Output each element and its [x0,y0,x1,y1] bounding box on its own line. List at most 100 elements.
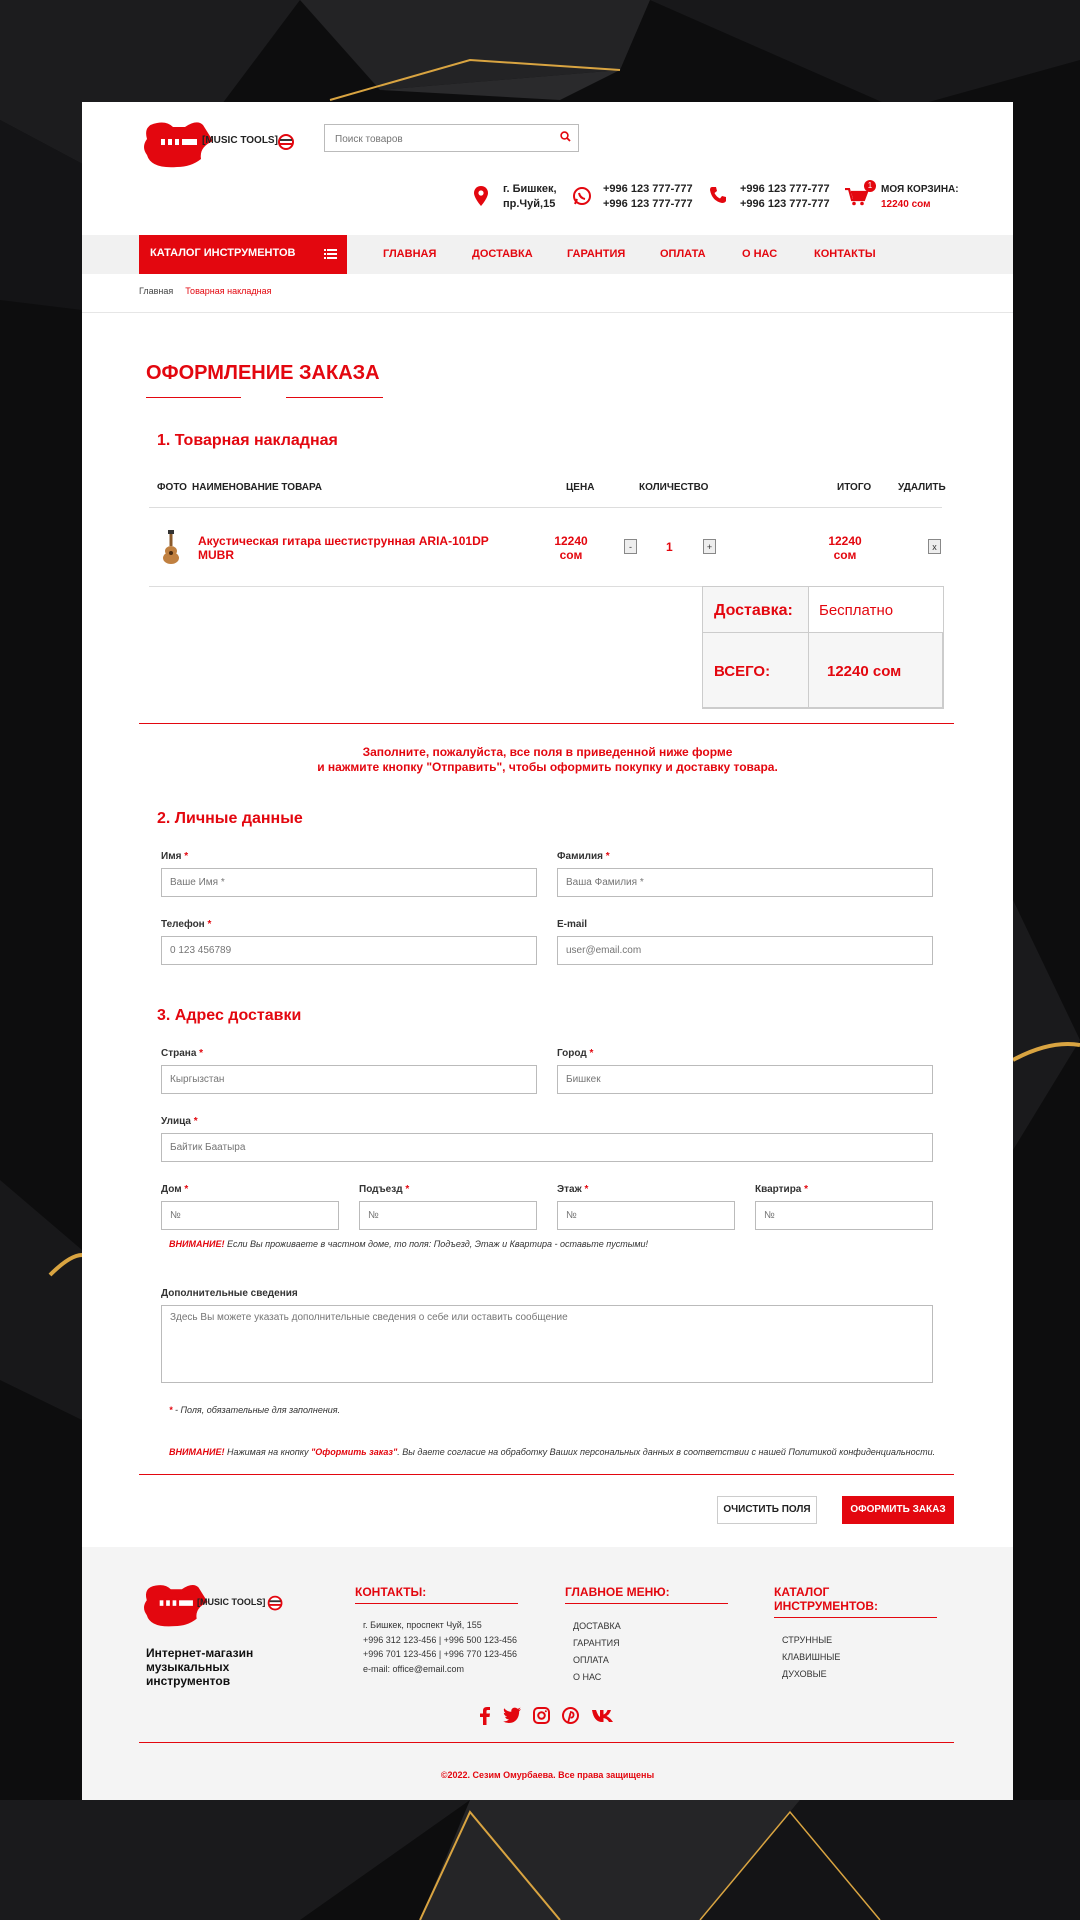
whatsapp-phone-2[interactable]: +996 123 777-777 [603,197,693,212]
catalog-menu-label: КАТАЛОГ ИНСТРУМЕНТОВ [150,247,296,259]
table-header-divider [149,507,942,508]
footer-menu-warranty[interactable]: ГАРАНТИЯ [573,1635,621,1652]
street-label-text: Улица [161,1116,191,1127]
whatsapp-phone-1[interactable]: +996 123 777-777 [603,182,693,197]
section-address-title: 3. Адрес доставки [157,1007,302,1024]
phone-1[interactable]: +996 123 777-777 [740,182,830,197]
catalog-menu-button[interactable]: КАТАЛОГ ИНСТРУМЕНТОВ [139,235,347,274]
place-order-button[interactable]: ОФОРМИТЬ ЗАКАЗ [842,1496,954,1524]
phone-2[interactable]: +996 123 777-777 [740,197,830,212]
nav-item-payment[interactable]: ОПЛАТА [660,248,706,260]
country-label-text: Страна [161,1048,197,1059]
apartment-label-text: Квартира [755,1184,802,1195]
phone-label: Телефон * [161,919,211,930]
footer-menu-about[interactable]: О НАС [573,1669,621,1686]
facebook-icon[interactable] [479,1707,491,1725]
street-input[interactable] [161,1133,933,1162]
email-input[interactable] [557,936,933,965]
city-label-text: Город [557,1048,587,1059]
city-label: Город * [557,1048,593,1059]
whatsapp-icon [573,187,591,205]
nav-item-contacts[interactable]: КОНТАКТЫ [814,248,876,260]
nav-item-about[interactable]: О НАС [742,248,777,260]
city-input[interactable] [557,1065,933,1094]
title-underline-right [286,397,383,398]
footer-phones-1[interactable]: +996 312 123-456 | +996 500 123-456 [363,1633,517,1648]
phone-input[interactable] [161,936,537,965]
country-input[interactable] [161,1065,537,1094]
footer-menu-underline [565,1603,728,1604]
last-name-label-text: Фамилия [557,851,603,862]
product-name-link[interactable]: Акустическая гитара шестиструнная ARIA-1… [198,534,518,562]
product-line-total: 12240 сом [815,534,875,562]
footer-menu-delivery[interactable]: ДОСТАВКА [573,1618,621,1635]
grand-total-label: ВСЕГО: [714,663,771,680]
required-star: * [605,851,610,862]
form-divider [139,1474,954,1475]
footer-catalog-winds[interactable]: ДУХОВЫЕ [782,1666,840,1683]
required-star: * [184,851,189,862]
first-name-input[interactable] [161,868,537,897]
tagline-line-1: Интернет-магазин [146,1646,254,1660]
phones: +996 123 777-777 +996 123 777-777 [740,182,830,212]
quantity-increase-button[interactable]: + [703,539,716,554]
search-icon[interactable] [560,131,571,142]
extra-info-textarea[interactable] [161,1305,933,1383]
footer-menu-list: ДОСТАВКА ГАРАНТИЯ ОПЛАТА О НАС [573,1618,621,1686]
tagline-line-3: инструментов [146,1674,231,1688]
footer-phones-2[interactable]: +996 701 123-456 | +996 770 123-456 [363,1647,517,1662]
cart-summary[interactable]: МОЯ КОРЗИНА: 12240 сом [881,182,959,212]
entrance-input[interactable] [359,1201,537,1230]
house-input[interactable] [161,1201,339,1230]
consent-text: Нажимая на кнопку [224,1447,312,1457]
vk-icon[interactable] [592,1710,613,1722]
clear-fields-button[interactable]: ОЧИСТИТЬ ПОЛЯ [717,1496,817,1524]
footer-catalog-keys[interactable]: КЛАВИШНЫЕ [782,1649,840,1666]
remove-item-button[interactable]: x [928,539,941,554]
quantity-decrease-button[interactable]: - [624,539,637,554]
col-delete: УДАЛИТЬ [898,482,946,493]
required-fields-note: * - Поля, обязательные для заполнения. [169,1405,340,1415]
floor-label: Этаж * [557,1184,588,1195]
consent-warning-label: ВНИМАНИЕ! [169,1447,225,1457]
footer-email[interactable]: e-mail: office@email.com [363,1662,517,1677]
line-total-unit: сом [833,548,857,562]
section-personal-title: 2. Личные данные [157,810,303,827]
footer-address: г. Бишкек, проспект Чуй, 155 [363,1620,482,1630]
consent-button-name: "Оформить заказ" [311,1447,398,1457]
apartment-label: Квартира * [755,1184,808,1195]
required-star: * [584,1184,589,1195]
location-pin-icon [474,186,488,206]
apartment-input[interactable] [755,1201,933,1230]
pinterest-icon[interactable] [562,1707,579,1724]
address-line-1: г. Бишкек, [503,183,557,195]
footer-catalog-strings[interactable]: СТРУННЫЕ [782,1632,840,1649]
entrance-label: Подъезд * [359,1184,409,1195]
footer-divider [139,1742,954,1743]
footer-menu-payment[interactable]: ОПЛАТА [573,1652,621,1669]
last-name-input[interactable] [557,868,933,897]
quantity-value[interactable]: 1 [666,540,673,554]
nav-item-warranty[interactable]: ГАРАНТИЯ [567,248,625,260]
product-thumbnail[interactable] [160,530,182,564]
footer-menu-title: ГЛАВНОЕ МЕНЮ: [565,1585,670,1599]
private-house-warning: ВНИМАНИЕ! Если Вы проживаете в частном д… [169,1239,648,1249]
phone-icon [710,187,726,203]
search-input[interactable] [333,126,557,152]
menu-list-icon [324,249,337,259]
breadcrumb-divider [82,312,1013,313]
address-line-2: пр.Чуй,15 [503,198,556,210]
section-invoice-title: 1. Товарная накладная [157,432,338,449]
breadcrumb-home[interactable]: Главная [139,286,173,296]
instagram-icon[interactable] [533,1707,550,1724]
floor-input[interactable] [557,1201,735,1230]
search-box [324,124,579,152]
twitter-icon[interactable] [503,1707,521,1723]
first-name-label-text: Имя [161,851,182,862]
cart-label: МОЯ КОРЗИНА: [881,184,959,195]
nav-item-delivery[interactable]: ДОСТАВКА [472,248,533,260]
col-total: ИТОГО [837,482,872,493]
required-star: * [207,919,212,930]
nav-item-home[interactable]: ГЛАВНАЯ [383,248,436,260]
floor-label-text: Этаж [557,1184,582,1195]
